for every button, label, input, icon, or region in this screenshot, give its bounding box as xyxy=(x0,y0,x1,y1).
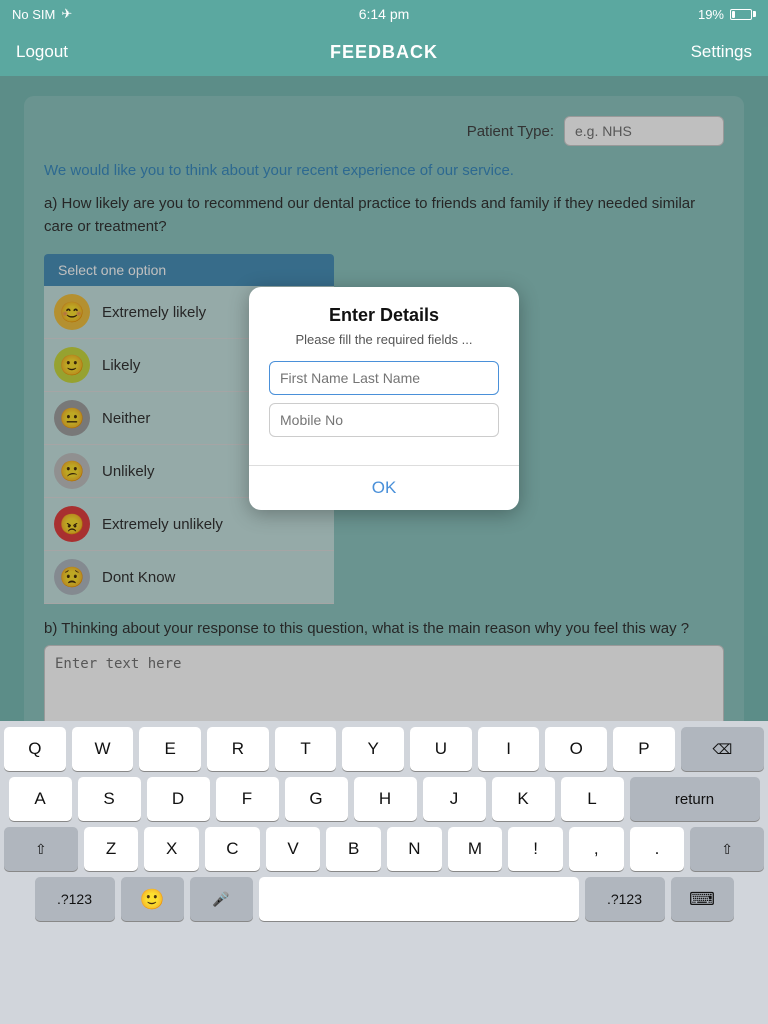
shift-key-left[interactable]: ⇧ xyxy=(4,827,78,871)
nav-title: FEEDBACK xyxy=(330,42,438,63)
key-w[interactable]: W xyxy=(72,727,134,771)
key-v[interactable]: V xyxy=(266,827,321,871)
key-m[interactable]: M xyxy=(448,827,503,871)
key-o[interactable]: O xyxy=(545,727,607,771)
dialog: Enter Details Please fill the required f… xyxy=(249,287,519,510)
key-f[interactable]: F xyxy=(216,777,279,821)
return-key[interactable]: return xyxy=(630,777,760,821)
key-t[interactable]: T xyxy=(275,727,337,771)
keyboard-row-2: A S D F G H J K L return xyxy=(0,771,768,821)
keyboard: Q W E R T Y U I O P ⌫ A S D F G H J K L … xyxy=(0,721,768,1024)
key-b[interactable]: B xyxy=(326,827,381,871)
settings-button[interactable]: Settings xyxy=(691,42,752,62)
key-i[interactable]: I xyxy=(478,727,540,771)
space-key[interactable] xyxy=(259,877,579,921)
keyboard-row-4: .?123 🙂 🎤 .?123 ⌨ xyxy=(0,871,768,921)
wifi-icon: ✈ xyxy=(61,6,72,22)
key-excl[interactable]: ! xyxy=(508,827,563,871)
key-a[interactable]: A xyxy=(9,777,72,821)
battery-percent: 19% xyxy=(698,7,724,22)
shift-key-right[interactable]: ⇧ xyxy=(690,827,764,871)
key-e[interactable]: E xyxy=(139,727,201,771)
dialog-body: Enter Details Please fill the required f… xyxy=(249,287,519,457)
status-bar: No SIM ✈ 6:14 pm 19% xyxy=(0,0,768,28)
key-r[interactable]: R xyxy=(207,727,269,771)
mic-key[interactable]: 🎤 xyxy=(190,877,253,921)
key-k[interactable]: K xyxy=(492,777,555,821)
key-q[interactable]: Q xyxy=(4,727,66,771)
key-z[interactable]: Z xyxy=(84,827,139,871)
key-u[interactable]: U xyxy=(410,727,472,771)
dot-num-key[interactable]: .?123 xyxy=(585,877,665,921)
key-y[interactable]: Y xyxy=(342,727,404,771)
key-d[interactable]: D xyxy=(147,777,210,821)
numbers-key[interactable]: .?123 xyxy=(35,877,115,921)
keyboard-row-1: Q W E R T Y U I O P ⌫ xyxy=(0,721,768,771)
first-name-input[interactable] xyxy=(269,361,499,395)
mobile-input[interactable] xyxy=(269,403,499,437)
key-h[interactable]: H xyxy=(354,777,417,821)
main-content: Patient Type: We would like you to think… xyxy=(0,76,768,721)
keyboard-row-3: ⇧ Z X C V B N M ! , . ⇧ xyxy=(0,821,768,871)
key-g[interactable]: G xyxy=(285,777,348,821)
emoji-key[interactable]: 🙂 xyxy=(121,877,184,921)
keyboard-hide-key[interactable]: ⌨ xyxy=(671,877,734,921)
nav-bar: Logout FEEDBACK Settings xyxy=(0,28,768,76)
key-l[interactable]: L xyxy=(561,777,624,821)
carrier-label: No SIM xyxy=(12,7,55,22)
battery-icon xyxy=(730,9,756,20)
delete-key[interactable]: ⌫ xyxy=(681,727,764,771)
key-period[interactable]: . xyxy=(630,827,685,871)
key-p[interactable]: P xyxy=(613,727,675,771)
status-right: 19% xyxy=(698,7,756,22)
key-x[interactable]: X xyxy=(144,827,199,871)
key-c[interactable]: C xyxy=(205,827,260,871)
key-n[interactable]: N xyxy=(387,827,442,871)
dialog-title: Enter Details xyxy=(269,305,499,326)
logout-button[interactable]: Logout xyxy=(16,42,68,62)
ok-button[interactable]: OK xyxy=(249,466,519,510)
key-comma[interactable]: , xyxy=(569,827,624,871)
key-s[interactable]: S xyxy=(78,777,141,821)
modal-overlay: Enter Details Please fill the required f… xyxy=(0,76,768,721)
status-left: No SIM ✈ xyxy=(12,6,72,22)
dialog-subtitle: Please fill the required fields ... xyxy=(269,332,499,347)
key-j[interactable]: J xyxy=(423,777,486,821)
time-label: 6:14 pm xyxy=(359,6,410,22)
